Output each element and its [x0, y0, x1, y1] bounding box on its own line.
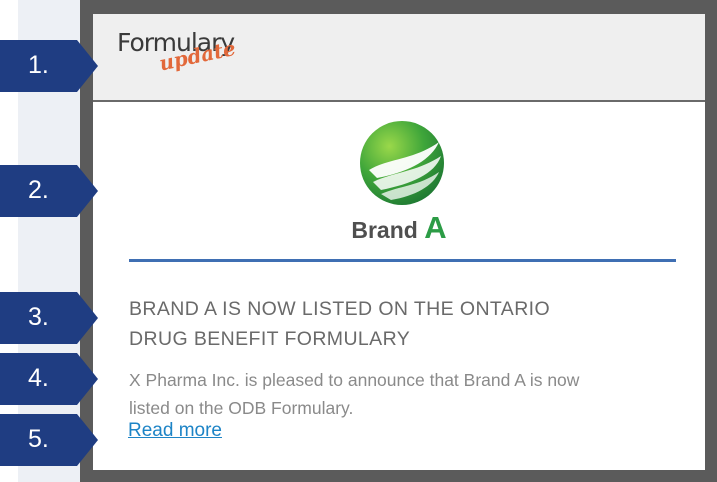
email-header: Formulary update: [93, 14, 705, 102]
read-more-link[interactable]: Read more: [128, 420, 222, 442]
callout-badge-label: 1.: [28, 51, 49, 79]
headline-line-1: BRAND A IS NOW LISTED ON THE ONTARIO: [129, 298, 551, 320]
brand-name-letter: A: [424, 210, 447, 245]
headline-line-2: DRUG BENEFIT FORMULARY: [129, 328, 411, 350]
article-body: X Pharma Inc. is pleased to announce tha…: [129, 366, 689, 422]
brand-name: Brand A: [93, 210, 705, 246]
brand-name-word: Brand: [351, 217, 418, 243]
callout-badge-label: 3.: [28, 303, 49, 331]
email-card: Formulary update Brand A BRAND A IS NOW …: [93, 14, 705, 470]
article-headline: BRAND A IS NOW LISTED ON THE ONTARIO DRU…: [129, 294, 689, 354]
body-line-2: listed on the ODB Formulary.: [129, 398, 354, 418]
body-line-1: X Pharma Inc. is pleased to announce tha…: [129, 370, 580, 390]
divider-rule: [129, 259, 676, 262]
formulary-update-logo: Formulary update: [117, 28, 257, 98]
callout-badge-label: 2.: [28, 176, 49, 204]
callout-badge-label: 4.: [28, 364, 49, 392]
brand-logo-icon: [360, 121, 444, 205]
callout-badge-label: 5.: [28, 425, 49, 453]
